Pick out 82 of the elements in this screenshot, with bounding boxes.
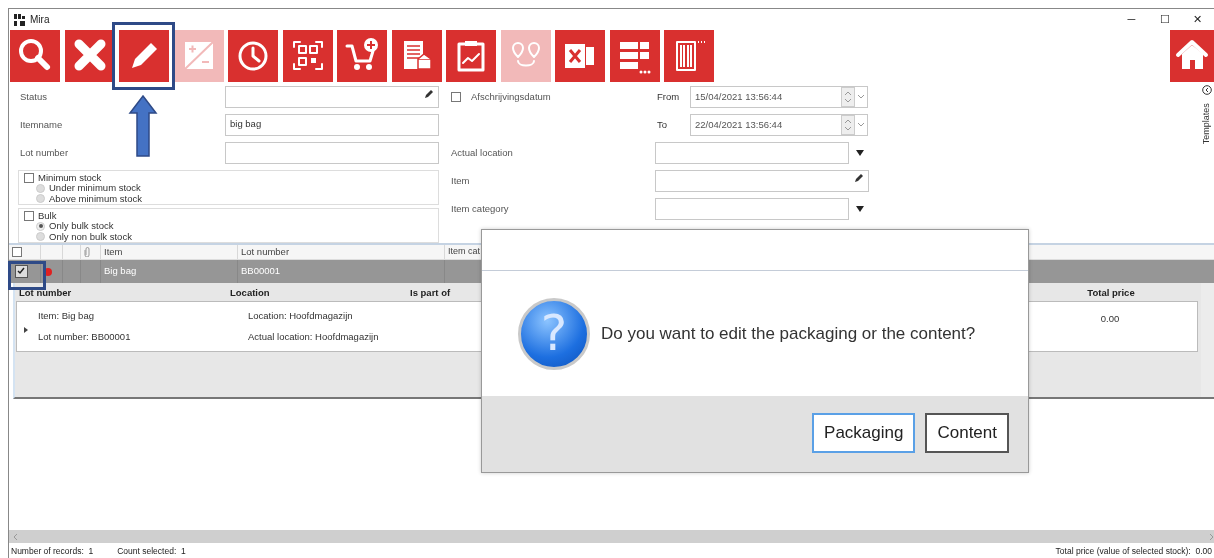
detail-text: 0.00 — [1099, 312, 1121, 326]
expand-icon[interactable] — [24, 326, 28, 333]
column-header[interactable]: Lot number — [19, 286, 72, 298]
toolbar-button[interactable] — [555, 30, 605, 82]
toolbar-button[interactable] — [282, 30, 333, 82]
spinner-icon[interactable] — [841, 115, 855, 135]
home-button[interactable] — [1170, 30, 1214, 82]
detail-text: Lot number: BB00001 — [38, 330, 132, 344]
checkbox[interactable] — [15, 265, 28, 278]
minimize-button[interactable]: ─ — [1115, 11, 1148, 28]
radio-button[interactable] — [36, 221, 45, 231]
status-text: Total price (value of selected stock): 0.00 — [1055, 545, 1212, 558]
radio-button[interactable] — [36, 232, 45, 242]
toolbar-button[interactable] — [664, 30, 714, 82]
select-all-checkbox[interactable] — [12, 247, 22, 257]
maximize-button[interactable]: ☐ — [1148, 11, 1181, 28]
checkbox[interactable] — [24, 172, 34, 183]
checkbox-label: Bulk — [38, 210, 57, 221]
column-header[interactable]: Is part of — [410, 286, 451, 298]
status-text: Number of records: 1 — [11, 545, 94, 558]
field-label: Item — [451, 173, 471, 188]
field-label: From — [657, 89, 681, 104]
toolbar-button[interactable] — [64, 30, 115, 82]
pointer-arrow — [128, 95, 158, 157]
picker-field[interactable] — [225, 86, 439, 108]
spinner-icon[interactable] — [841, 87, 855, 107]
dropdown-field[interactable] — [655, 142, 849, 164]
picker-field[interactable] — [655, 170, 869, 192]
toolbar-button[interactable] — [609, 30, 660, 82]
checkbox[interactable] — [451, 92, 461, 102]
radio-label: Under minimum stock — [49, 183, 141, 194]
side-tab[interactable]: Templates — [1200, 103, 1214, 145]
checkbox-label: Minimum stock — [38, 172, 102, 183]
toolbar-button[interactable] — [119, 30, 169, 82]
app-logo-icon — [14, 13, 26, 26]
column-header[interactable]: Item — [101, 245, 238, 259]
toolbar-button[interactable] — [446, 30, 496, 82]
toolbar-button[interactable] — [10, 30, 60, 82]
field-label: Lot number — [20, 145, 70, 160]
radio-label: Only non bulk stock — [49, 231, 132, 242]
scrollbar[interactable] — [1201, 283, 1214, 397]
dialog-button[interactable]: Packaging — [812, 413, 916, 453]
field-label: Itemname — [20, 117, 64, 132]
dropdown-arrow-icon[interactable] — [856, 150, 864, 156]
column-header[interactable]: Item cat — [445, 245, 479, 259]
toolbar-button[interactable] — [337, 30, 387, 82]
pencil-icon[interactable] — [855, 173, 864, 182]
detail-text: Actual location: Hoofdmagazijn — [248, 330, 379, 344]
field-label: Status — [20, 89, 48, 104]
status-text: Count selected: 1 — [117, 545, 186, 558]
highlight-frame — [8, 261, 46, 290]
paperclip-icon — [84, 247, 90, 257]
checkbox-label: Afschrijvingsdatum — [471, 89, 551, 104]
close-button[interactable]: ✕ — [1181, 11, 1214, 28]
text-field[interactable] — [225, 142, 439, 164]
pencil-icon[interactable] — [425, 89, 434, 98]
column-header[interactable]: Total price — [1036, 285, 1186, 300]
dialog-button[interactable]: Content — [925, 413, 1009, 453]
field-label: Actual location — [451, 145, 514, 160]
radio-button[interactable] — [36, 183, 45, 193]
toolbar-button[interactable] — [391, 30, 442, 82]
column-header[interactable]: Lot number — [238, 245, 445, 259]
date-field[interactable]: 15/04/2021 13:56:44 — [690, 86, 868, 108]
dropdown-arrow-icon[interactable] — [856, 206, 864, 212]
checkbox[interactable] — [24, 210, 34, 221]
toolbar-button[interactable] — [228, 30, 278, 82]
dialog-message: Do you want to edit the packaging or the content? — [601, 322, 976, 345]
window-title: Mira — [30, 13, 50, 27]
field-label: To — [657, 117, 669, 132]
date-field[interactable]: 22/04/2021 13:56:44 — [690, 114, 868, 136]
detail-text: Item: Big bag — [38, 308, 95, 323]
radio-label: Only bulk stock — [49, 221, 114, 232]
text-field[interactable]: big bag — [225, 114, 439, 136]
detail-text: Location: Hoofdmagazijn — [248, 308, 354, 323]
dropdown-field[interactable] — [655, 198, 849, 220]
collapse-icon[interactable] — [1202, 85, 1212, 95]
question-icon: ? — [518, 297, 590, 370]
radio-label: Above minimum stock — [49, 193, 142, 204]
field-label: Item category — [451, 201, 510, 216]
column-header[interactable]: Location — [230, 286, 270, 298]
radio-button[interactable] — [36, 194, 45, 204]
highlight-frame — [112, 22, 175, 90]
